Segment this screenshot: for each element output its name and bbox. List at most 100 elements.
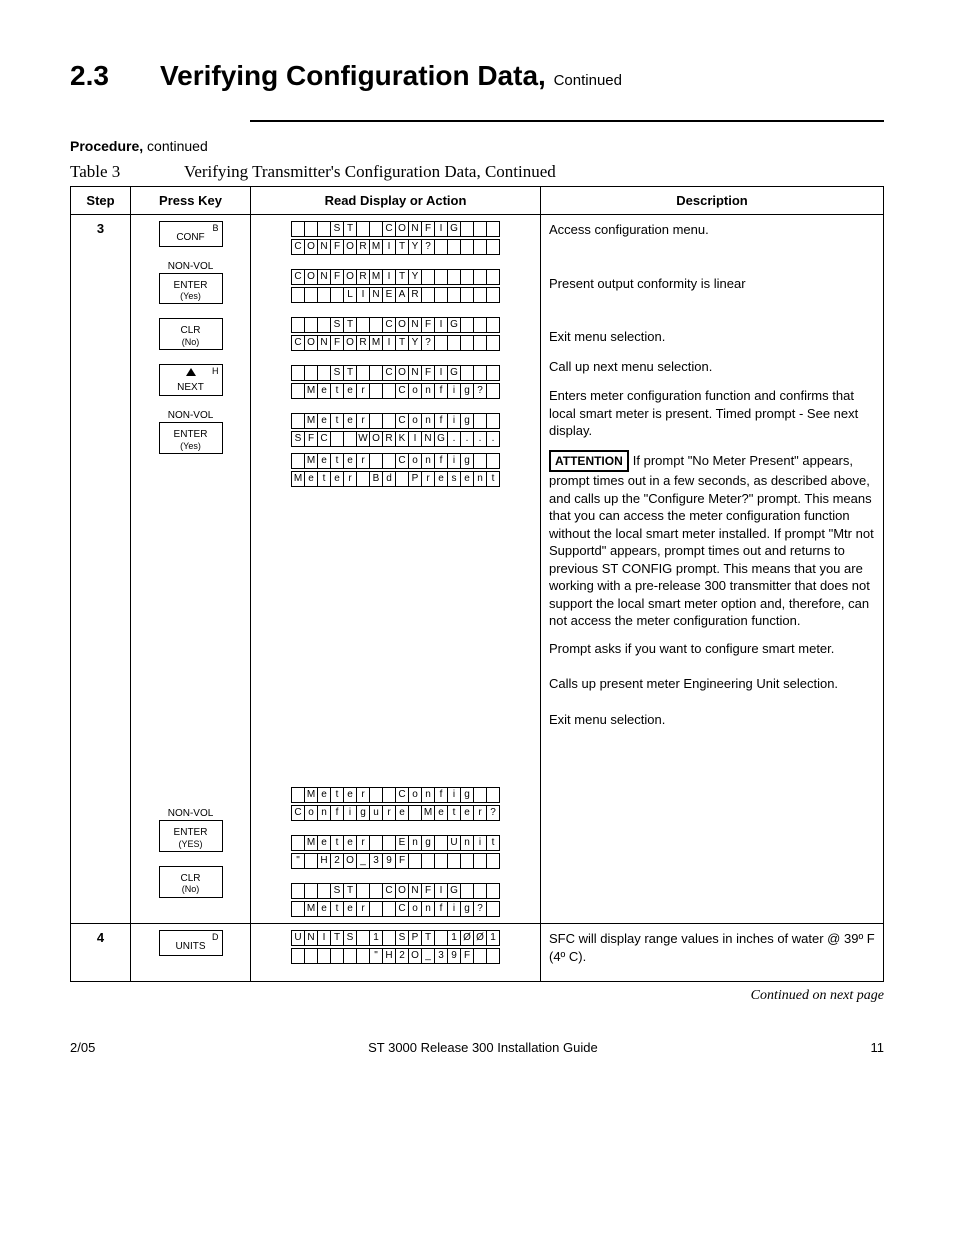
lcd-cell: W <box>356 431 370 447</box>
lcd-cell: S <box>343 930 357 946</box>
lcd-cell: P <box>408 471 422 487</box>
lcd-cell: r <box>356 787 370 803</box>
lcd-cell: 1 <box>447 930 461 946</box>
lcd-cell: F <box>421 365 435 381</box>
lcd-cell: R <box>356 335 370 351</box>
lcd-cell <box>291 835 305 851</box>
lcd-cell: R <box>408 287 422 303</box>
lcd-cell <box>460 221 474 237</box>
lcd-cell: f <box>434 383 448 399</box>
lcd-cell <box>473 269 487 285</box>
lcd-cell <box>291 948 305 964</box>
footer-center: ST 3000 Release 300 Installation Guide <box>368 1040 598 1055</box>
lcd-cell: C <box>395 383 409 399</box>
lcd-cell <box>486 853 500 869</box>
lcd-cell: S <box>330 317 344 333</box>
lcd-cell: F <box>421 883 435 899</box>
lcd-cell: i <box>447 413 461 429</box>
col-step: Step <box>71 187 131 215</box>
lcd-cell: ? <box>421 335 435 351</box>
lcd-cell <box>460 883 474 899</box>
table-caption: Table 3 Verifying Transmitter's Configur… <box>70 162 884 182</box>
lcd-cell: t <box>330 453 344 469</box>
lcd-cell: O <box>343 269 357 285</box>
lcd-cell: C <box>382 365 396 381</box>
lcd-cell <box>291 413 305 429</box>
lcd-cell: S <box>330 221 344 237</box>
lcd-cell: 3 <box>369 853 383 869</box>
lcd-cell: t <box>317 471 331 487</box>
lcd-cell: T <box>395 239 409 255</box>
lcd-cell: M <box>304 787 318 803</box>
lcd-cell <box>408 805 422 821</box>
lcd-cell <box>434 269 448 285</box>
lcd-cell: R <box>382 431 396 447</box>
lcd-cell: G <box>434 431 448 447</box>
lcd-cell: R <box>356 239 370 255</box>
lcd-cell: t <box>486 471 500 487</box>
lcd-cell <box>473 365 487 381</box>
lcd-cell: B <box>369 471 383 487</box>
lcd-cell <box>317 365 331 381</box>
lcd-cell: C <box>291 335 305 351</box>
lcd-cell: ? <box>473 383 487 399</box>
lcd-cell <box>330 431 344 447</box>
lcd-cell <box>434 287 448 303</box>
lcd-cell <box>291 883 305 899</box>
lcd-cell: n <box>421 413 435 429</box>
lcd-cell: G <box>447 221 461 237</box>
lcd-cell: N <box>408 365 422 381</box>
lcd-cell <box>473 948 487 964</box>
lcd-cell: e <box>434 805 448 821</box>
lcd-cell: I <box>356 287 370 303</box>
lcd-display: MeterConfigConfigureMeter? <box>291 787 500 821</box>
lcd-cell: C <box>395 413 409 429</box>
lcd-cell <box>369 787 383 803</box>
lcd-cell <box>291 287 305 303</box>
lcd-cell <box>356 948 370 964</box>
lcd-cell <box>291 787 305 803</box>
table-row: 3 B CONF NON-VOL ENTER (Yes) <box>71 215 884 924</box>
lcd-cell: T <box>343 317 357 333</box>
col-presskey: Press Key <box>131 187 251 215</box>
lcd-cell <box>369 221 383 237</box>
lcd-cell <box>447 269 461 285</box>
lcd-cell <box>317 948 331 964</box>
lcd-cell: . <box>460 431 474 447</box>
lcd-cell: Ø <box>460 930 474 946</box>
lcd-cell: C <box>395 453 409 469</box>
lcd-cell: H <box>382 948 396 964</box>
lcd-cell <box>304 365 318 381</box>
lcd-cell: S <box>330 365 344 381</box>
lcd-cell <box>291 383 305 399</box>
lcd-cell: I <box>434 883 448 899</box>
lcd-cell <box>486 901 500 917</box>
lcd-cell: I <box>434 317 448 333</box>
lcd-cell: f <box>434 901 448 917</box>
lcd-display: UNITS1SPT1ØØ1"H2O_39F <box>291 930 500 964</box>
lcd-cell: S <box>330 883 344 899</box>
section-continued: Continued <box>554 72 622 89</box>
lcd-cell <box>369 365 383 381</box>
lcd-cell: f <box>434 787 448 803</box>
lcd-cell: o <box>408 383 422 399</box>
step-number: 4 <box>71 924 131 982</box>
lcd-cell: s <box>447 471 461 487</box>
lcd-cell: F <box>330 239 344 255</box>
lcd-cell: g <box>460 413 474 429</box>
lcd-cell: t <box>330 383 344 399</box>
lcd-cell <box>486 365 500 381</box>
lcd-cell <box>369 453 383 469</box>
lcd-cell: g <box>460 787 474 803</box>
lcd-cell <box>369 383 383 399</box>
lcd-cell: O <box>395 365 409 381</box>
lcd-cell: C <box>382 883 396 899</box>
lcd-cell <box>460 239 474 255</box>
lcd-cell: e <box>317 901 331 917</box>
lcd-cell <box>408 853 422 869</box>
lcd-cell: C <box>382 317 396 333</box>
press-key-cell: D UNITS <box>131 924 251 982</box>
lcd-cell: g <box>460 453 474 469</box>
lcd-cell: T <box>343 365 357 381</box>
lcd-cell: i <box>447 453 461 469</box>
